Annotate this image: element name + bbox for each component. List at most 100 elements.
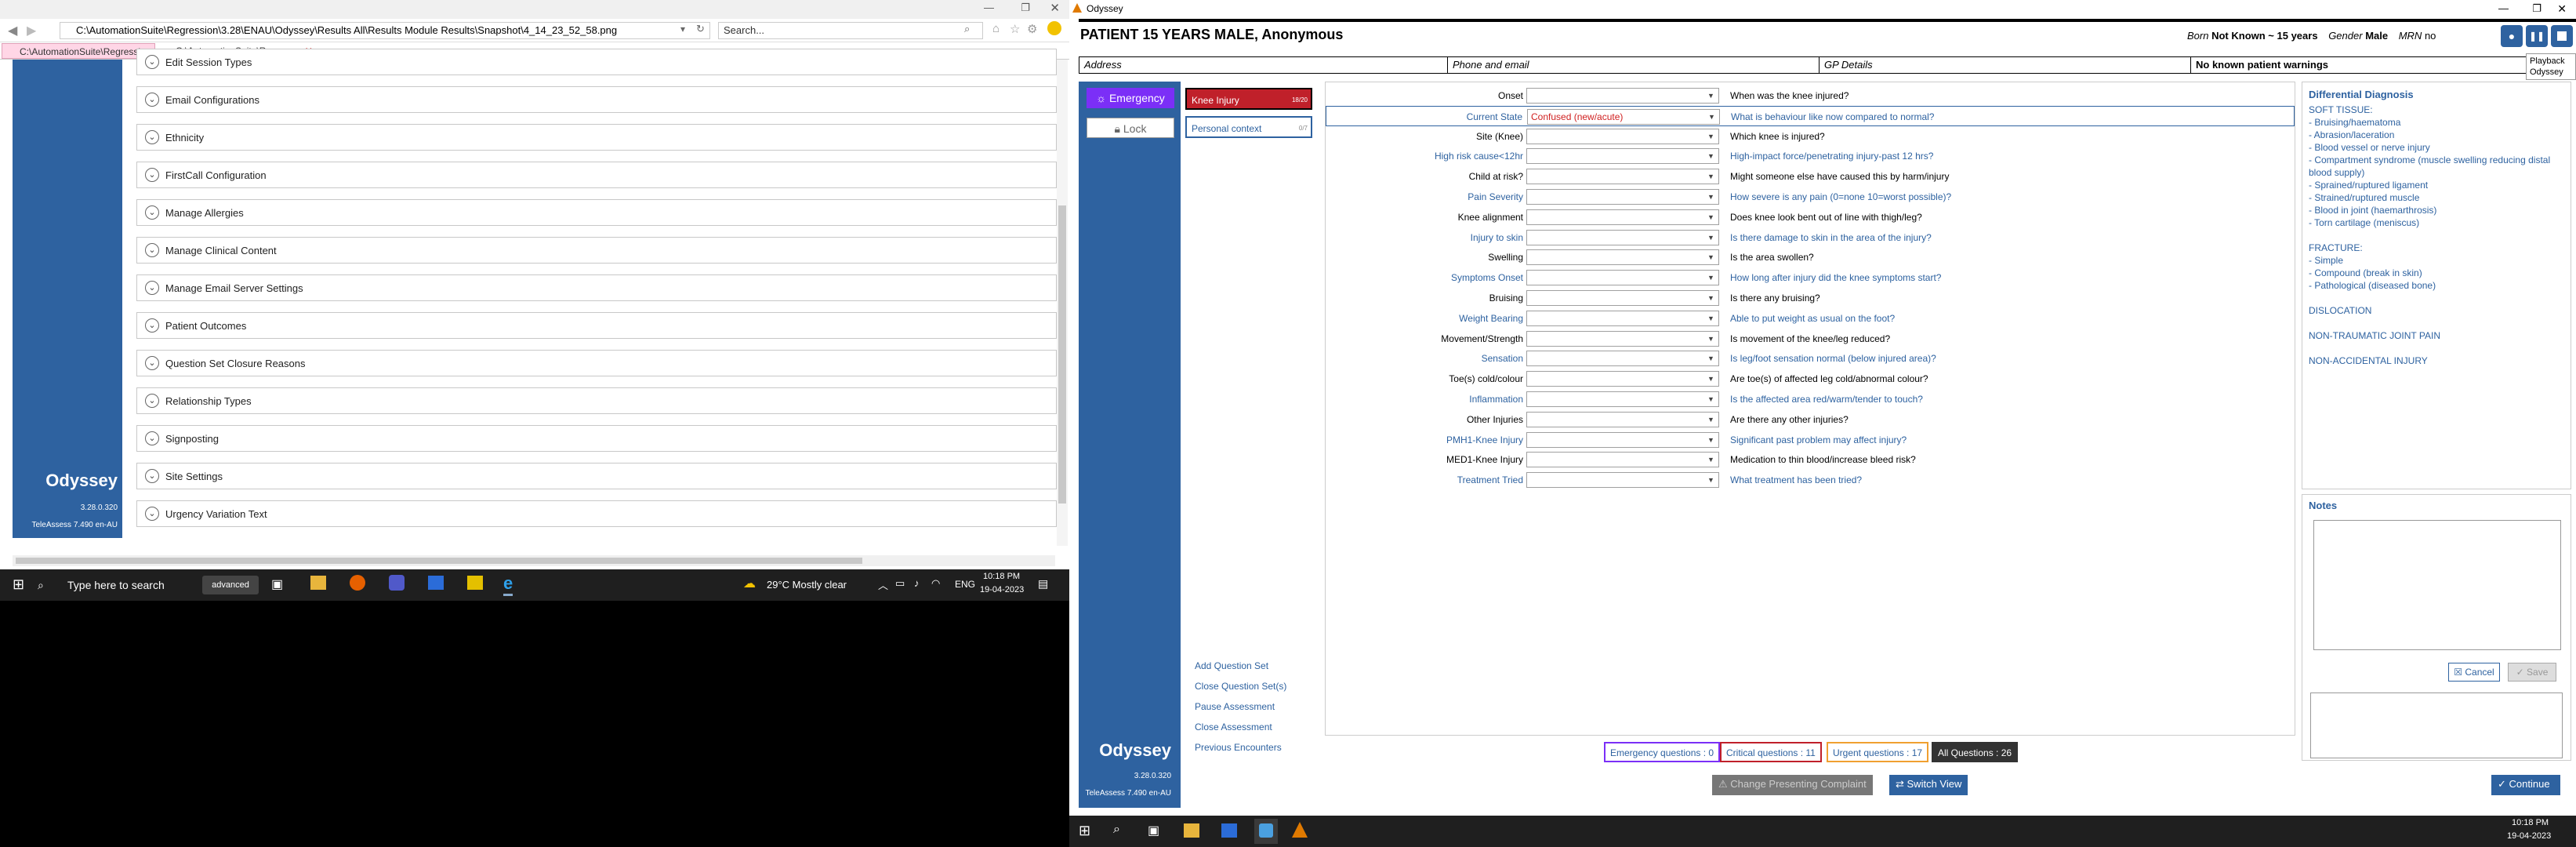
answer-dropdown[interactable]: ▼ <box>1526 229 1719 245</box>
tray-chevron-icon[interactable]: ︿ <box>878 577 888 592</box>
chevron-down-icon[interactable]: ⌄ <box>145 205 159 220</box>
notes-history[interactable] <box>2310 693 2563 758</box>
search-icon[interactable]: ⌕ <box>964 23 970 35</box>
answer-dropdown[interactable]: ▼ <box>1526 351 1719 367</box>
maximize-button[interactable]: ❐ <box>2532 0 2542 17</box>
question-set-personal-context[interactable]: Personal context 0/7 <box>1185 116 1312 138</box>
accordion-item[interactable]: ⌄ Manage Allergies <box>136 199 1057 226</box>
automation-anywhere-app[interactable]: advanced <box>202 576 259 594</box>
chevron-down-icon[interactable]: ⌄ <box>145 507 159 521</box>
task-view-icon[interactable]: ▣ <box>1148 823 1159 838</box>
accordion-item[interactable]: ⌄ Email Configurations <box>136 86 1057 113</box>
wifi-icon[interactable]: ◠ <box>931 577 940 590</box>
back-icon[interactable]: ◀ <box>8 23 17 38</box>
internet-explorer-icon[interactable]: e <box>503 573 513 596</box>
chevron-down-icon[interactable]: ⌄ <box>145 55 159 69</box>
emergency-button[interactable]: ☼ Emergency <box>1087 88 1174 108</box>
weather-text[interactable]: 29°C Mostly clear <box>767 579 847 591</box>
clock-date[interactable]: 19-04-2023 <box>2507 831 2551 841</box>
horizontal-scrollbar[interactable] <box>13 555 1055 566</box>
chevron-down-icon[interactable]: ⌄ <box>145 168 159 182</box>
chevron-down-icon[interactable]: ▼ <box>1707 351 1717 365</box>
answer-dropdown[interactable]: ▼ <box>1526 128 1719 144</box>
emergency-questions-badge[interactable]: Emergency questions : 0 <box>1604 742 1721 762</box>
chevron-down-icon[interactable]: ⌄ <box>145 281 159 295</box>
urgent-questions-badge[interactable]: Urgent questions : 17 <box>1827 742 1929 762</box>
answer-dropdown[interactable]: ▼ <box>1526 371 1719 387</box>
answer-dropdown[interactable]: ▼ <box>1526 189 1719 205</box>
chevron-down-icon[interactable]: ▼ <box>1708 110 1718 124</box>
chevron-down-icon[interactable]: ▼ <box>1707 372 1717 386</box>
chevron-down-icon[interactable]: ⌄ <box>145 356 159 370</box>
answer-dropdown[interactable]: ▼ <box>1526 452 1719 468</box>
chevron-down-icon[interactable]: ▼ <box>1707 210 1717 224</box>
answer-dropdown[interactable]: ▼ <box>1526 270 1719 286</box>
continue-button[interactable]: ✓ Continue <box>2491 775 2560 795</box>
gp-details-cell[interactable]: GP Details <box>1820 57 2191 73</box>
accordion-item[interactable]: ⌄ Edit Session Types <box>136 49 1057 75</box>
answer-dropdown[interactable]: ▼ <box>1526 391 1719 407</box>
app-icon[interactable] <box>1221 823 1237 838</box>
lock-button[interactable]: 🔒︎ Lock <box>1087 118 1174 138</box>
save-button[interactable]: ✓ Save <box>2508 663 2556 682</box>
chevron-down-icon[interactable]: ⌄ <box>145 243 159 257</box>
file-explorer-icon[interactable] <box>1184 823 1199 838</box>
notes-textarea[interactable] <box>2313 520 2561 650</box>
all-questions-badge[interactable]: All Questions : 26 <box>1932 742 2019 762</box>
windows-start-icon[interactable]: ⊞ <box>13 576 24 593</box>
search-input[interactable]: Search... <box>718 22 983 39</box>
active-app-highlight[interactable] <box>1254 819 1278 844</box>
chevron-down-icon[interactable]: ⌄ <box>145 93 159 107</box>
answer-dropdown[interactable]: ▼ <box>1526 290 1719 306</box>
chevron-down-icon[interactable]: ▼ <box>1707 231 1717 245</box>
accordion-item[interactable]: ⌄ Site Settings <box>136 463 1057 489</box>
app-icon[interactable] <box>428 576 444 590</box>
accordion-item[interactable]: ⌄ Manage Clinical Content <box>136 237 1057 264</box>
close-question-sets-link[interactable]: Close Question Set(s) <box>1195 681 1286 692</box>
chevron-down-icon[interactable]: ▼ <box>1707 332 1717 346</box>
chevron-down-icon[interactable]: ▼ <box>1707 250 1717 264</box>
chevron-down-icon[interactable]: ▼ <box>1707 453 1717 467</box>
switch-view-button[interactable]: ⇄ Switch View <box>1889 775 1968 795</box>
network-icon[interactable]: ▭ <box>895 577 905 590</box>
add-question-set-link[interactable]: Add Question Set <box>1195 660 1268 671</box>
close-assessment-link[interactable]: Close Assessment <box>1195 722 1272 732</box>
chevron-down-icon[interactable]: ▼ <box>1707 311 1717 325</box>
chevron-down-icon[interactable]: ▼ <box>1707 89 1717 103</box>
odyssey-taskbar-icon[interactable] <box>1292 822 1308 838</box>
answer-dropdown[interactable]: ▼ <box>1526 249 1719 266</box>
accordion-item[interactable]: ⌄ Ethnicity <box>136 124 1057 151</box>
smiley-icon[interactable] <box>1047 21 1061 35</box>
chevron-down-icon[interactable]: ⌄ <box>145 469 159 483</box>
clock-time[interactable]: 10:18 PM <box>983 572 1020 581</box>
answer-dropdown[interactable]: ▼ <box>1526 411 1719 427</box>
chevron-down-icon[interactable]: ▼ <box>1707 392 1717 406</box>
answer-dropdown[interactable]: ▼ <box>1526 330 1719 347</box>
scroll-thumb[interactable] <box>1058 205 1066 503</box>
stop-icon[interactable] <box>2551 25 2573 47</box>
change-complaint-button[interactable]: ⚠ Change Presenting Complaint <box>1712 775 1873 795</box>
clock-date[interactable]: 19-04-2023 <box>980 585 1024 594</box>
refresh-icon[interactable]: ↻ <box>696 23 705 35</box>
tab-snapshot-1[interactable]: C:\AutomationSuite\Regressio... <box>2 43 155 59</box>
chevron-down-icon[interactable]: ⌄ <box>145 394 159 408</box>
accordion-item[interactable]: ⌄ Relationship Types <box>136 387 1057 414</box>
chevron-down-icon[interactable]: ⌄ <box>145 318 159 333</box>
patient-warnings-cell[interactable]: No known patient warnings <box>2191 57 2544 73</box>
chevron-down-icon[interactable]: ▼ <box>1707 169 1717 184</box>
accordion-item[interactable]: ⌄ Manage Email Server Settings <box>136 274 1057 301</box>
answer-dropdown[interactable]: ▼ <box>1526 310 1719 326</box>
chevron-down-icon[interactable]: ▼ <box>1707 413 1717 427</box>
taskbar-search[interactable]: ⌕ Type here to search <box>38 574 194 596</box>
answer-dropdown[interactable]: ▼ <box>1526 169 1719 185</box>
chevron-down-icon[interactable]: ▼ <box>1707 149 1717 163</box>
dropdown-icon[interactable]: ▾ <box>680 24 685 35</box>
restore-button[interactable]: ❐ <box>1021 2 1030 14</box>
close-button[interactable]: ✕ <box>1050 1 1060 15</box>
accordion-item[interactable]: ⌄ Patient Outcomes <box>136 312 1057 339</box>
gear-icon[interactable]: ⚙ <box>1027 22 1037 36</box>
pause-assessment-link[interactable]: Pause Assessment <box>1195 701 1275 712</box>
cancel-button[interactable]: ☒ Cancel <box>2448 663 2500 682</box>
pause-icon[interactable]: ❚❚ <box>2526 25 2548 47</box>
address-field[interactable]: C:\AutomationSuite\Regression\3.28\ENAU\… <box>60 22 710 39</box>
